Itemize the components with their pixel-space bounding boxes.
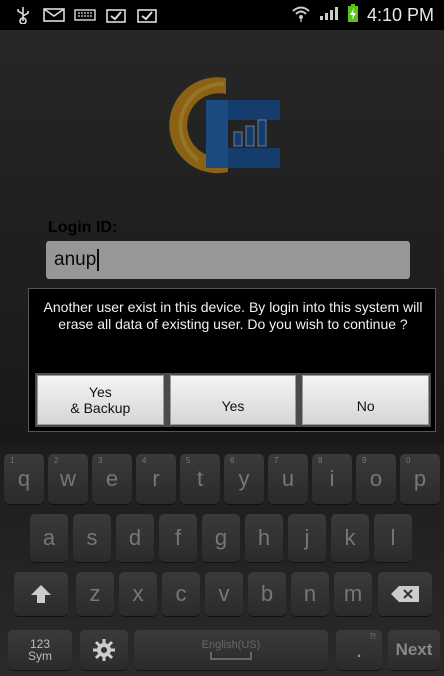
signal-icon [319,5,339,26]
key-label: j [304,525,310,550]
symbols-key-line2: Sym [28,649,52,663]
key-x[interactable]: x [119,572,157,616]
key-label: k [344,525,356,550]
key-label: w [60,466,76,491]
space-bar-icon [210,652,252,660]
key-label: u [281,466,295,491]
mail-icon [43,7,65,23]
keyboard-icon [74,7,96,23]
yes-and-backup-button[interactable]: Yes & Backup [37,375,164,425]
key-label: b [260,581,274,606]
key-p[interactable]: 0p [400,454,440,504]
space-key-label: English(US) [201,639,261,651]
key-label: q [17,466,31,491]
period-key[interactable]: ?! . [336,630,382,670]
key-label: g [214,525,228,550]
backspace-icon [391,586,419,602]
dialog-message: Another user exist in this device. By lo… [43,299,423,332]
key-label: y [238,466,250,491]
key-n[interactable]: n [291,572,329,616]
key-hint: 4 [142,456,147,465]
key-v[interactable]: v [205,572,243,616]
next-key[interactable]: Next [388,630,440,670]
download-check-icon [136,7,158,23]
key-label: h [257,525,271,550]
key-label: d [128,525,142,550]
system-icons: 4:10 PM [291,3,444,28]
key-hint: 0 [406,456,411,465]
key-u[interactable]: 7u [268,454,308,504]
key-hint: 6 [230,456,235,465]
key-g[interactable]: g [202,514,240,562]
key-f[interactable]: f [159,514,197,562]
key-o[interactable]: 9o [356,454,396,504]
gear-icon [93,639,115,661]
clock: 4:10 PM [366,4,434,25]
battery-charging-icon [347,3,359,28]
status-bar: 4:10 PM [0,0,444,30]
yes-and-backup-line1: Yes [88,384,112,400]
key-l[interactable]: l [374,514,412,562]
shift-icon [31,585,51,603]
key-e[interactable]: 3e [92,454,132,504]
key-hint: 5 [186,456,191,465]
soft-keyboard: 1q2w3e4r5t6y7u8i9o0p asdfghjkl zxcvbnm 1… [0,444,444,676]
next-key-label: Next [395,640,433,659]
key-label: a [42,525,56,550]
usb-icon [12,7,34,24]
key-label: s [86,525,98,550]
key-label: i [329,466,335,491]
key-hint: 2 [54,456,59,465]
dialog-button-bar: Yes & Backup Yes No [35,373,431,427]
key-k[interactable]: k [331,514,369,562]
key-c[interactable]: c [162,572,200,616]
download-check-icon [105,7,127,23]
key-r[interactable]: 4r [136,454,176,504]
wifi-icon [291,4,311,27]
key-w[interactable]: 2w [48,454,88,504]
notification-icons [0,7,158,24]
key-label: l [390,525,396,550]
key-t[interactable]: 5t [180,454,220,504]
key-d[interactable]: d [116,514,154,562]
no-button[interactable]: No [302,375,430,425]
key-q[interactable]: 1q [4,454,44,504]
key-label: f [174,525,182,550]
shift-key[interactable] [14,572,68,616]
key-label: n [303,581,317,606]
key-j[interactable]: j [288,514,326,562]
confirm-dialog: Another user exist in this device. By lo… [28,288,436,432]
backspace-key[interactable] [378,572,432,616]
key-label: m [343,581,363,606]
key-h[interactable]: h [245,514,283,562]
key-label: c [175,581,187,606]
key-label: p [413,466,427,491]
key-y[interactable]: 6y [224,454,264,504]
key-i[interactable]: 8i [312,454,352,504]
space-key[interactable]: English(US) [134,630,328,670]
key-a[interactable]: a [30,514,68,562]
key-label: o [369,466,383,491]
key-label: e [105,466,119,491]
yes-button[interactable]: Yes [169,375,297,425]
key-s[interactable]: s [73,514,111,562]
key-label: z [89,581,101,606]
period-key-label: . [355,637,363,662]
key-hint: 1 [10,456,15,465]
key-label: x [132,581,144,606]
key-label: t [196,466,204,491]
key-b[interactable]: b [248,572,286,616]
period-key-hint: ?! [369,632,376,641]
symbols-key[interactable]: 123 Sym [8,630,72,670]
key-hint: 3 [98,456,103,465]
settings-key[interactable] [80,630,128,670]
key-label: v [218,581,230,606]
key-label: r [152,466,160,491]
key-hint: 8 [318,456,323,465]
key-hint: 9 [362,456,367,465]
key-z[interactable]: z [76,572,114,616]
yes-and-backup-line2: & Backup [70,400,131,416]
key-hint: 7 [274,456,279,465]
key-m[interactable]: m [334,572,372,616]
